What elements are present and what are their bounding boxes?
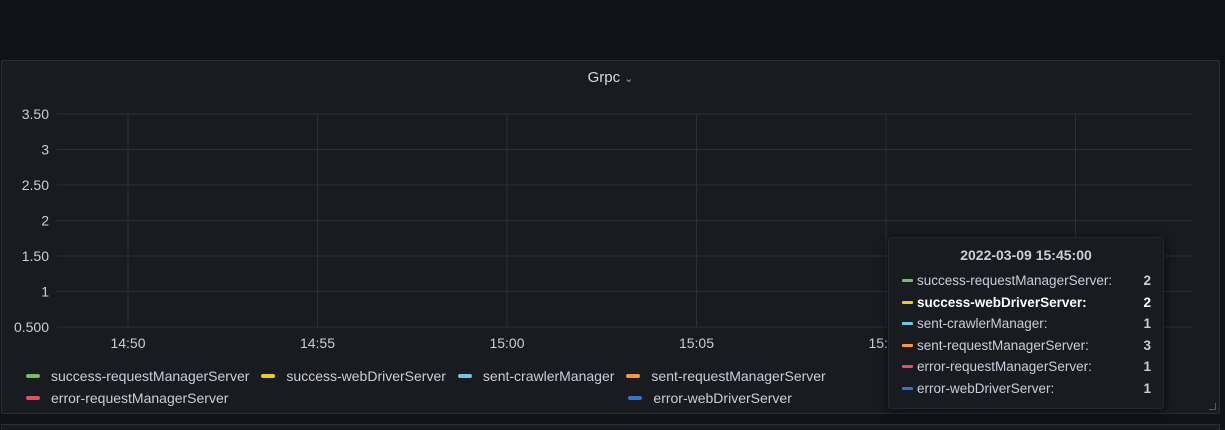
legend-item-error-webDriverServer[interactable]: error-webDriverServer (628, 387, 792, 409)
resize-handle-icon[interactable] (1209, 403, 1216, 410)
legend-item-success-webDriverServer[interactable]: success-webDriverServer (261, 365, 446, 387)
tooltip-series-value: 1 (1143, 380, 1151, 396)
tooltip-series-label: success-requestManagerServer: (917, 273, 1113, 289)
tooltip-swatch-icon (902, 386, 913, 390)
tooltip-series-label: sent-crawlerManager: (917, 316, 1048, 332)
y-tick-label: 1.50 (22, 248, 49, 264)
y-tick-label: 2 (41, 213, 49, 229)
x-tick-label: 15:00 (489, 335, 524, 351)
tooltip-row: error-webDriverServer: 1 (889, 378, 1163, 400)
legend-item-sent-crawlerManager[interactable]: sent-crawlerManager (457, 365, 615, 387)
tooltip-row: sent-crawlerManager: 1 (889, 313, 1163, 335)
tooltip-series-label: success-webDriverServer: (917, 294, 1087, 310)
y-tick-label: 1 (41, 284, 49, 300)
x-tick-label: 14:55 (300, 335, 335, 351)
tooltip-swatch-icon (902, 300, 913, 304)
next-panel (1, 424, 1220, 430)
legend-label[interactable]: sent-requestManagerServer (651, 368, 825, 384)
legend-swatch-icon (26, 396, 40, 400)
tooltip-series-value: 3 (1143, 337, 1151, 353)
tooltip-swatch-icon (902, 343, 913, 347)
x-tick-label: 14:50 (110, 335, 145, 351)
x-tick-label: 15:05 (679, 335, 714, 351)
tooltip-swatch-icon (902, 322, 913, 326)
tooltip-series-label: sent-requestManagerServer: (917, 337, 1089, 353)
legend-item-success-requestManagerServer[interactable]: success-requestManagerServer (26, 365, 249, 387)
tooltip-series-value: 2 (1143, 294, 1151, 310)
legend-swatch-icon (626, 374, 641, 378)
legend-swatch-icon (457, 374, 472, 378)
y-tick-label: 3.50 (22, 106, 49, 122)
tooltip-series-label: error-requestManagerServer: (917, 359, 1092, 375)
y-tick-label: 2.50 (22, 177, 49, 193)
legend-label[interactable]: error-webDriverServer (653, 390, 791, 406)
legend-swatch-icon (628, 396, 643, 400)
tooltip-row: success-webDriverServer: 2 (889, 292, 1163, 314)
legend-label[interactable]: success-webDriverServer (286, 368, 445, 384)
tooltip-series-value: 1 (1143, 316, 1151, 332)
tooltip-series-value: 2 (1143, 273, 1151, 289)
tooltip-series-label: error-webDriverServer: (917, 380, 1055, 396)
tooltip-time: 2022-03-09 15:45:00 (960, 247, 1092, 263)
tooltip-row: success-requestManagerServer: 2 (889, 270, 1163, 292)
legend-label[interactable]: success-requestManagerServer (51, 368, 249, 384)
y-tick-label: 3 (41, 142, 49, 158)
legend-item-sent-requestManagerServer[interactable]: sent-requestManagerServer (626, 365, 826, 387)
legend-item-error-requestManagerServer[interactable]: error-requestManagerServer (26, 387, 228, 409)
legend-label[interactable]: sent-crawlerManager (483, 368, 615, 384)
graph-tooltip: 2022-03-09 15:45:00 success-requestManag… (888, 237, 1164, 409)
tooltip-swatch-icon (902, 279, 913, 283)
y-tick-label: 0.500 (14, 319, 49, 335)
legend-swatch-icon (261, 374, 276, 378)
legend-swatch-icon (26, 374, 40, 378)
tooltip-series-value: 1 (1143, 359, 1151, 375)
tooltip-swatch-icon (902, 365, 913, 369)
tooltip-row: error-requestManagerServer: 1 (889, 356, 1163, 378)
tooltip-row: sent-requestManagerServer: 3 (889, 335, 1163, 357)
legend-label[interactable]: error-requestManagerServer (51, 390, 228, 406)
